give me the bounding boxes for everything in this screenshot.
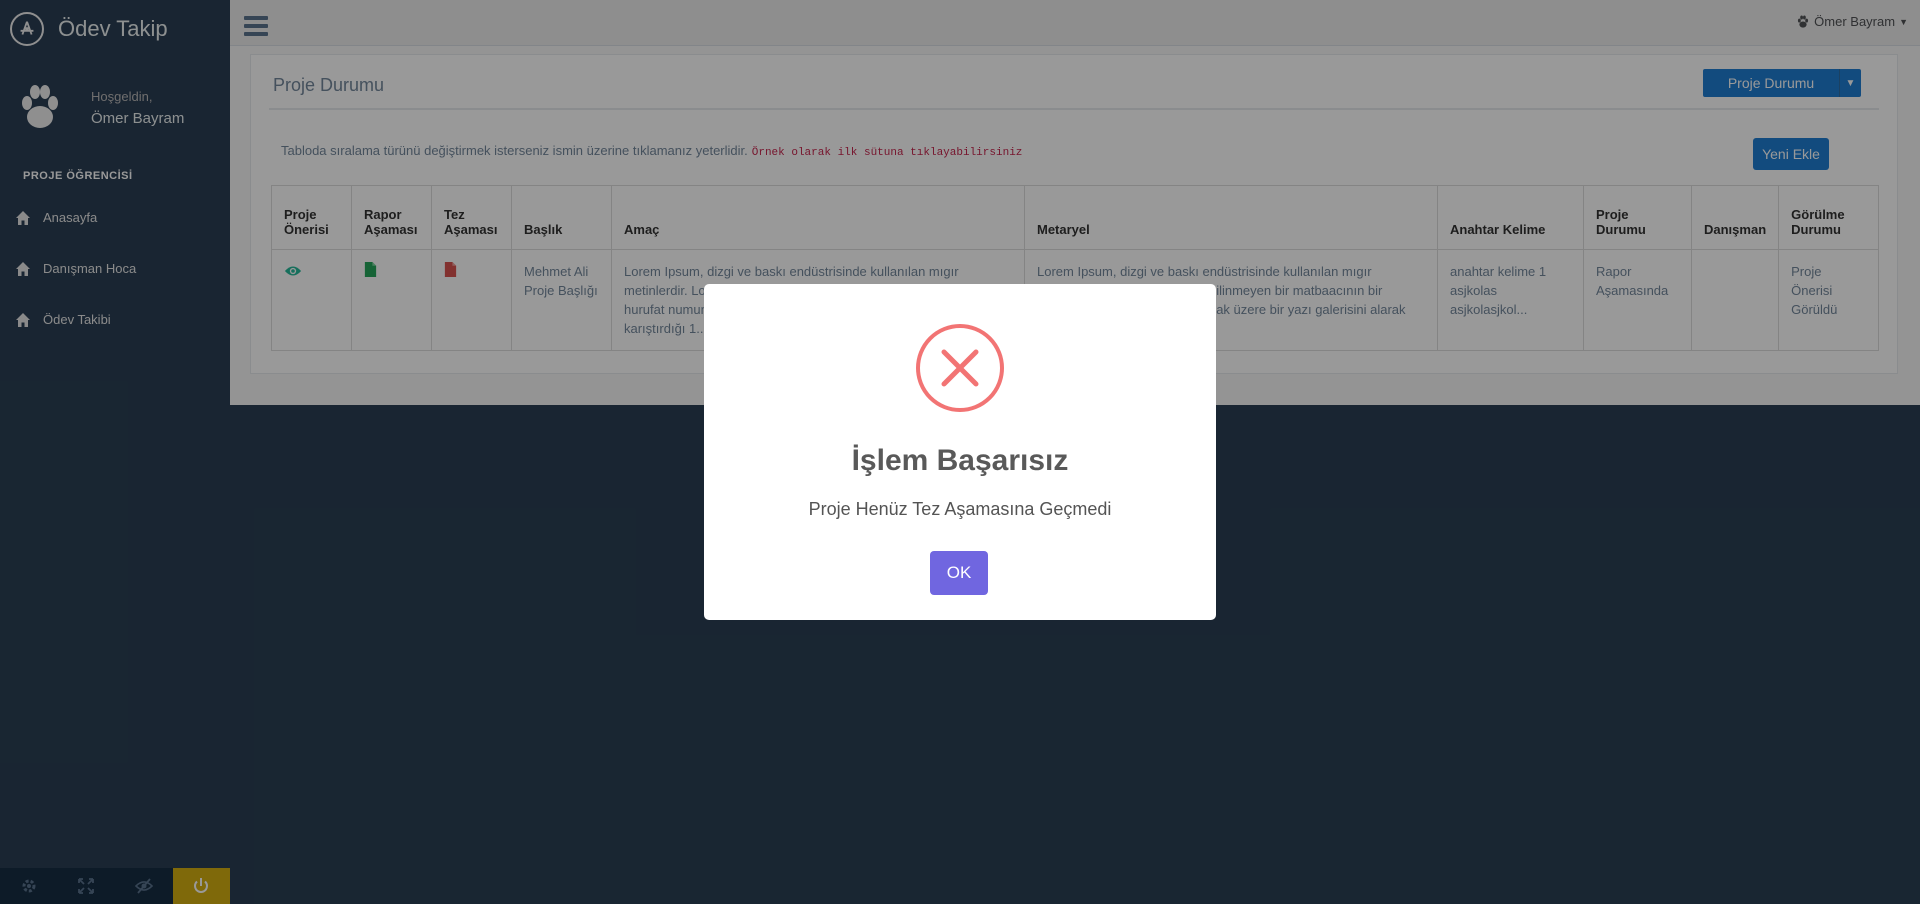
dialog-title: İşlem Başarısız [851,444,1069,477]
error-dialog: İşlem Başarısız Proje Henüz Tez Aşamasın… [704,284,1216,620]
ok-button[interactable]: OK [930,551,988,595]
error-x-icon [916,324,1004,412]
dialog-message: Proje Henüz Tez Aşamasına Geçmedi [808,499,1112,519]
